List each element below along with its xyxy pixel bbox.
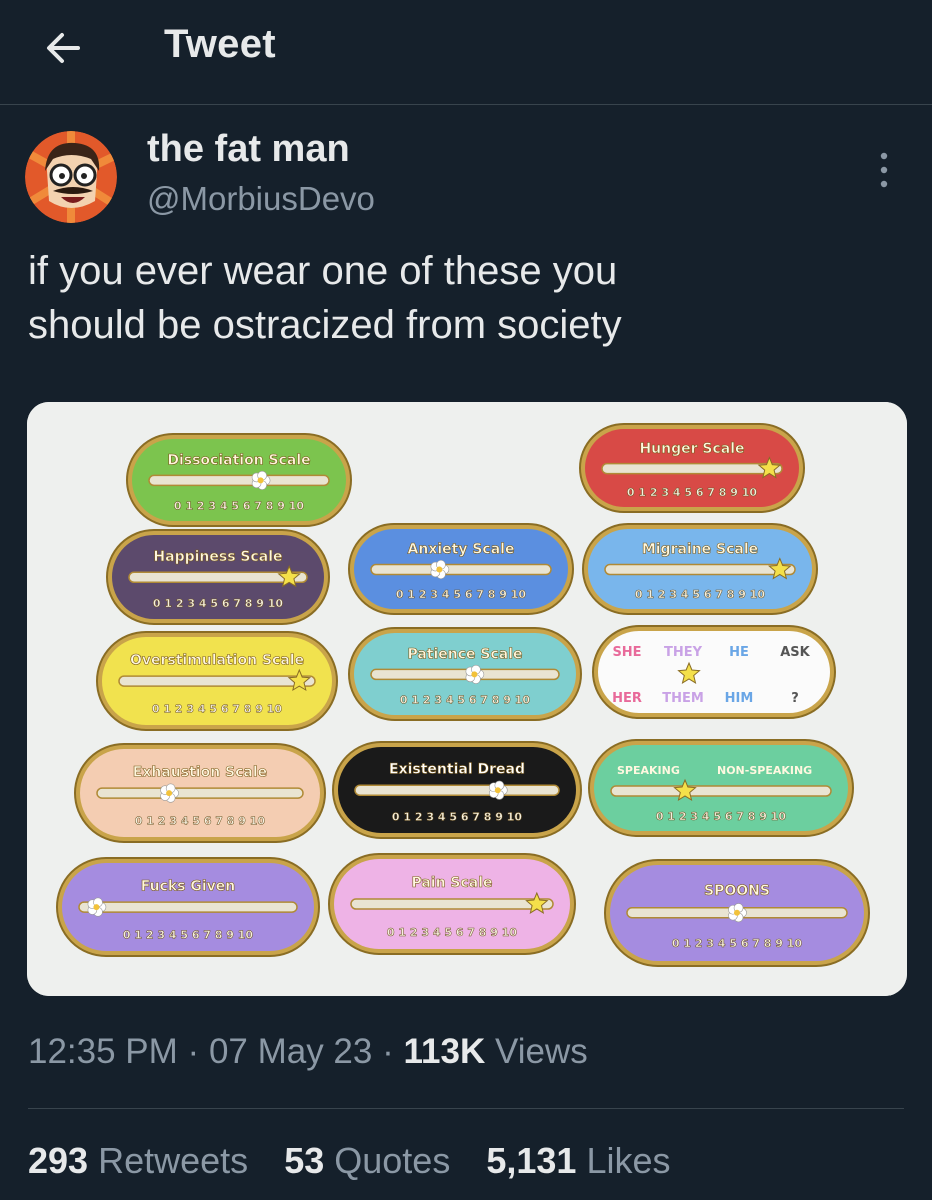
retweets-count: 293 [28,1140,89,1181]
tweet-meta: 12:35 PM · 07 May 23 · 113K Views [28,1032,588,1072]
pin-speaking: SPEAKING NON-SPEAKING 0 1 2 3 4 5 6 7 8 9 … [588,739,854,837]
pin-overstimulation-scale: Overstimulation Scale 0 1 2 3 4 5 6 7 8 9… [96,631,338,731]
svg-text:0 1 2 3 4 5 6 7 8 9 10: 0 1 2 3 4 5 6 7 8 9 10 [672,937,802,950]
separator-dot: · [382,1032,394,1071]
likes-stat[interactable]: 5,131 Likes [486,1140,670,1181]
enamel-pins-photo: Dissociation Scale 0 1 2 3 4 5 6 7 8 9 10… [27,402,907,996]
svg-text:Pain Scale: Pain Scale [411,875,492,891]
tweet-date[interactable]: 07 May 23 [209,1032,372,1071]
avatar[interactable] [25,131,117,223]
svg-text:0 1 2 3 4 5 6 7 8 9 10: 0 1 2 3 4 5 6 7 8 9 10 [123,928,253,941]
quotes-count: 53 [284,1140,325,1181]
svg-text:Patience Scale: Patience Scale [407,646,522,662]
svg-text:Hunger Scale: Hunger Scale [639,441,744,457]
svg-text:SPEAKING: SPEAKING [617,764,680,777]
svg-text:THEM: THEM [662,691,704,706]
retweets-stat[interactable]: 293 Retweets [28,1140,248,1181]
svg-text:?: ? [791,691,799,706]
author-handle[interactable]: @MorbiusDevo [147,180,375,218]
pin-dissociation-scale: Dissociation Scale 0 1 2 3 4 5 6 7 8 9 10 [126,433,352,527]
svg-text:THEY: THEY [664,645,703,660]
top-bar: Tweet [0,0,932,105]
likes-label: Likes [586,1140,671,1181]
svg-text:0 1 2 3 4 5 6 7 8 9 10: 0 1 2 3 4 5 6 7 8 9 10 [656,810,786,823]
svg-text:Existential Dread: Existential Dread [389,762,525,778]
pin-patience-scale: Patience Scale 0 1 2 3 4 5 6 7 8 9 10 [348,627,582,721]
svg-text:HE: HE [729,645,749,660]
tweet-time[interactable]: 12:35 PM [28,1032,178,1071]
tweet-photo[interactable]: Dissociation Scale 0 1 2 3 4 5 6 7 8 9 10… [27,402,907,996]
svg-text:0 1 2 3 4 5 6 7 8 9 10: 0 1 2 3 4 5 6 7 8 9 10 [396,588,526,601]
retweets-label: Retweets [98,1140,249,1181]
svg-text:HER: HER [612,691,642,706]
svg-text:0 1 2 3 4 5 6 7 8 9 10: 0 1 2 3 4 5 6 7 8 9 10 [135,814,265,827]
tweet-text-line: should be ostracized from society [28,303,622,347]
author-name[interactable]: the fat man [147,128,350,171]
page-title: Tweet [164,22,276,66]
tweet-stats: 293 Retweets 53 Quotes 5,131 Likes [28,1140,697,1182]
svg-text:Migraine Scale: Migraine Scale [642,542,758,558]
svg-text:Anxiety Scale: Anxiety Scale [408,542,515,558]
svg-text:0 1 2 3 4 5 6 7 8 9 10: 0 1 2 3 4 5 6 7 8 9 10 [392,811,522,824]
arrow-left-icon[interactable] [40,24,88,72]
tweet-text-line: if you ever wear one of these you [28,249,618,293]
pin-hunger-scale: Hunger Scale 0 1 2 3 4 5 6 7 8 9 10 [579,423,805,513]
pin-exhaustion-scale: Exhaustion Scale 0 1 2 3 4 5 6 7 8 9 10 [74,743,326,843]
quotes-stat[interactable]: 53 Quotes [284,1140,450,1181]
svg-text:Overstimulation Scale: Overstimulation Scale [130,652,304,668]
svg-text:0 1 2 3 4 5 6 7 8 9 10: 0 1 2 3 4 5 6 7 8 9 10 [635,588,765,601]
svg-text:ASK: ASK [780,645,810,660]
pin-migraine-scale: Migraine Scale 0 1 2 3 4 5 6 7 8 9 10 [582,523,818,615]
tweet-text: if you ever wear one of these you should… [28,244,908,352]
svg-text:SHE: SHE [612,645,641,660]
separator-dot: · [187,1032,200,1071]
svg-text:Exhaustion Scale: Exhaustion Scale [133,764,267,780]
svg-text:0 1 2 3 4 5 6 7 8 9 10: 0 1 2 3 4 5 6 7 8 9 10 [153,597,283,610]
more-options-icon[interactable] [872,150,896,190]
divider [28,1108,904,1109]
pin-existential-dread: Existential Dread 0 1 2 3 4 5 6 7 8 9 10 [332,741,582,839]
likes-count: 5,131 [486,1140,577,1181]
views-count: 113K [403,1032,486,1071]
svg-text:0 1 2 3 4 5 6 7 8 9 10: 0 1 2 3 4 5 6 7 8 9 10 [387,926,517,939]
pin-pronouns: SHE THEY HE ASK HER THEM HIM? [592,625,836,719]
svg-text:HIM: HIM [725,691,754,706]
svg-text:0 1 2 3 4 5 6 7 8 9 10: 0 1 2 3 4 5 6 7 8 9 10 [627,486,757,499]
svg-text:Dissociation Scale: Dissociation Scale [167,452,310,468]
svg-text:Fucks Given: Fucks Given [141,878,236,894]
svg-text:0 1 2 3 4 5 6 7 8 9 10: 0 1 2 3 4 5 6 7 8 9 10 [174,499,304,512]
pin-happiness-scale: Happiness Scale 0 1 2 3 4 5 6 7 8 9 10 [106,529,330,625]
pin-anxiety-scale: Anxiety Scale 0 1 2 3 4 5 6 7 8 9 10 [348,523,574,615]
quotes-label: Quotes [334,1140,451,1181]
svg-text:0 1 2 3 4 5 6 7 8 9 10: 0 1 2 3 4 5 6 7 8 9 10 [400,693,530,706]
pin-fucks-given: Fucks Given 0 1 2 3 4 5 6 7 8 9 10 [56,857,320,957]
svg-text:0 1 2 3 4 5 6 7 8 9 10: 0 1 2 3 4 5 6 7 8 9 10 [152,702,282,715]
views-label: Views [494,1032,588,1071]
svg-text:NON-SPEAKING: NON-SPEAKING [717,764,812,777]
svg-text:SPOONS: SPOONS [704,883,770,899]
svg-text:Happiness Scale: Happiness Scale [153,549,282,565]
pin-pain-scale: Pain Scale 0 1 2 3 4 5 6 7 8 9 10 [328,853,576,955]
pin-spoons: SPOONS 0 1 2 3 4 5 6 7 8 9 10 [604,859,870,967]
